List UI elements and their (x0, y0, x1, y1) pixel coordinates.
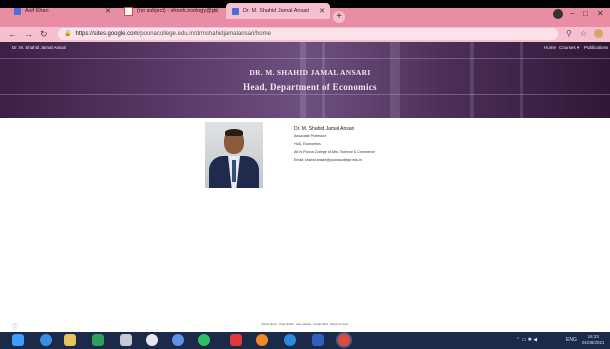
minimize-icon[interactable]: − (570, 9, 575, 18)
edge-icon[interactable] (284, 334, 296, 346)
banner-decoration (0, 94, 610, 95)
language-indicator[interactable]: ENG (566, 337, 577, 343)
windows-start-icon[interactable] (12, 334, 24, 346)
chrome-icon[interactable] (338, 334, 350, 346)
url-field[interactable]: 🔒 https://sites.google.com/poonacollege.e… (58, 28, 558, 40)
tray-icons[interactable]: ⌃ ▭ ✱ ◀ (516, 337, 537, 343)
word-icon[interactable] (312, 334, 324, 346)
whatsapp-icon[interactable] (198, 334, 210, 346)
banner-decoration (0, 58, 610, 59)
hero-subtitle: Head, Department of Economics (243, 82, 377, 92)
banner-decoration (520, 42, 523, 118)
nav-publications[interactable]: Publications (584, 45, 608, 50)
sites-favicon (14, 7, 21, 15)
new-tab-button[interactable]: + (333, 11, 345, 23)
site-footer[interactable]: Report abuse · Page details · Last updat… (0, 323, 610, 326)
nav-courses[interactable]: Courses ▾ (559, 45, 579, 51)
back-icon[interactable]: ← (8, 29, 17, 39)
photo-hair (225, 129, 243, 136)
forward-icon[interactable]: → (24, 29, 33, 39)
profile-email[interactable]: Email: shahid.ansari@poonacollege.edu.in (294, 158, 362, 162)
banner-decoration (322, 42, 325, 118)
hero-title: DR. M. SHAHID JAMAL ANSARI (249, 68, 371, 77)
tab-asif-khan[interactable]: Asif Khan ✕ (8, 3, 116, 19)
reload-icon[interactable]: ↻ (40, 29, 48, 40)
app-icon[interactable] (146, 334, 158, 346)
gmail-favicon (124, 6, 133, 16)
tab-label: Asif Khan (25, 8, 49, 14)
app-icon[interactable] (172, 334, 184, 346)
profile-line: AKI's Poona College of Arts, Science & C… (294, 150, 375, 154)
close-icon[interactable]: ✕ (213, 7, 219, 15)
profile-line: Associate Professor (294, 134, 326, 138)
lock-icon: 🔒 (64, 31, 72, 37)
app-icon[interactable] (230, 334, 242, 346)
profile-name: Dr. M. Shahid Jamal Ansari (294, 126, 355, 132)
firefox-icon[interactable] (256, 334, 268, 346)
tab-gmail[interactable]: (no subject) - shoeb.zoology@p ✕ (118, 3, 224, 19)
app-icon[interactable] (92, 334, 104, 346)
photo-tie (232, 160, 236, 182)
url-path: /poonacollege.edu.in/drmshahidjamalansar… (138, 31, 271, 37)
nav-home[interactable]: Home (544, 45, 556, 50)
close-icon[interactable]: ✕ (105, 7, 111, 15)
profile-line: HoD, Economics (294, 142, 321, 146)
banner-decoration (300, 42, 306, 118)
star-icon[interactable]: ☆ (580, 29, 587, 38)
site-name[interactable]: Dr. M. Shahid Jamal Ansari (12, 45, 66, 50)
nav-courses-label: Courses (559, 45, 576, 50)
profile-icon[interactable] (553, 9, 563, 19)
banner-decoration (470, 42, 474, 118)
tab-label: Dr. M. Shahid Jamal Ansari (243, 8, 310, 14)
hero-banner (0, 42, 610, 118)
banner-decoration (390, 42, 400, 118)
search-icon[interactable]: ⚲ (566, 29, 572, 38)
chevron-down-icon: ▾ (577, 45, 580, 50)
sites-favicon (232, 7, 239, 15)
taskbar-clock[interactable]: 16:33 01/08/2021 (582, 334, 605, 346)
close-icon[interactable]: ✕ (319, 7, 325, 15)
tab-label: (no subject) - shoeb.zoology@p (137, 8, 215, 14)
profile-photo (205, 122, 263, 188)
tab-active-site[interactable]: Dr. M. Shahid Jamal Ansari ✕ (226, 3, 330, 19)
file-explorer-icon[interactable] (64, 334, 76, 346)
maximize-icon[interactable]: □ (583, 9, 588, 18)
app-icon[interactable] (120, 334, 132, 346)
url-host: https://sites.google.com (75, 31, 139, 37)
ie-icon[interactable] (40, 334, 52, 346)
clock-date: 01/08/2021 (582, 340, 605, 345)
avatar[interactable] (594, 29, 603, 38)
close-window-icon[interactable]: ✕ (597, 9, 604, 18)
